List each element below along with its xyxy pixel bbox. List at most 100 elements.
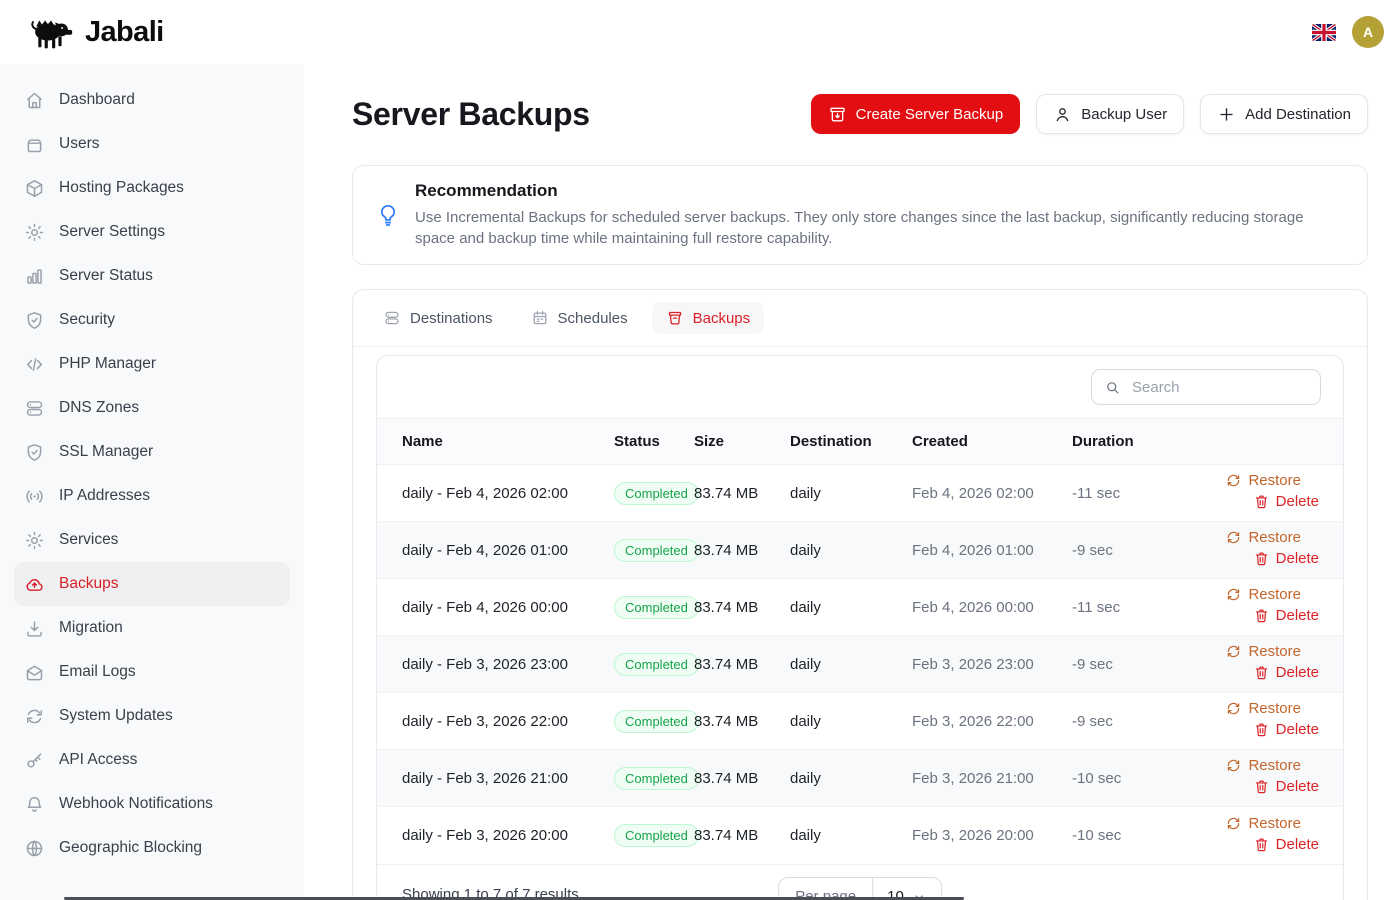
trash-icon [1253,778,1270,795]
backup-destination-cell: daily [790,693,912,750]
row-actions-cell: Restore Delete [1172,522,1343,579]
restore-label: Restore [1248,700,1301,717]
backup-size-cell: 83.74 MB [694,636,790,693]
cloud-upload-icon [24,574,45,595]
status-badge: Completed [614,710,699,733]
sidebar-item-label: Hosting Packages [59,179,184,197]
restore-button[interactable]: Restore [1225,815,1301,832]
add-destination-button[interactable]: Add Destination [1200,94,1368,134]
tab-backups[interactable]: Backups [652,302,765,334]
delete-button[interactable]: Delete [1253,778,1319,795]
recommendation-title: Recommendation [415,181,1335,201]
delete-button[interactable]: Delete [1253,664,1319,681]
search-input[interactable] [1130,378,1308,397]
button-label: Add Destination [1245,106,1351,123]
table-row: daily - Feb 4, 2026 02:00 Completed 83.7… [377,465,1343,522]
restore-button[interactable]: Restore [1225,643,1301,660]
create-server-backup-button[interactable]: Create Server Backup [811,94,1021,134]
delete-button[interactable]: Delete [1253,836,1319,853]
backup-destination-cell: daily [790,636,912,693]
delete-label: Delete [1276,493,1319,510]
sidebar-item-api-access[interactable]: API Access [14,738,290,782]
restore-label: Restore [1248,643,1301,660]
status-badge: Completed [614,653,699,676]
backup-size-cell: 83.74 MB [694,693,790,750]
sidebar-item-backups[interactable]: Backups [14,562,290,606]
tab-destinations[interactable]: Destinations [369,302,507,334]
backup-name-cell: daily - Feb 4, 2026 00:00 [377,579,614,636]
backup-duration-cell: -10 sec [1072,750,1172,807]
sidebar-item-users[interactable]: Users [14,122,290,166]
backup-created-cell: Feb 3, 2026 21:00 [912,750,1072,807]
backup-user-button[interactable]: Backup User [1036,94,1184,134]
sidebar-item-ip-addresses[interactable]: IP Addresses [14,474,290,518]
sidebar-item-php-manager[interactable]: PHP Manager [14,342,290,386]
sidebar-item-email-logs[interactable]: Email Logs [14,650,290,694]
sidebar-item-migration[interactable]: Migration [14,606,290,650]
plus-icon [1217,105,1236,124]
backup-destination-cell: daily [790,579,912,636]
recommendation-text: Recommendation Use Incremental Backups f… [415,181,1335,249]
archive-box-icon [666,309,684,327]
row-actions-cell: Restore Delete [1172,807,1343,864]
column-header-name: Name [377,419,614,465]
delete-button[interactable]: Delete [1253,607,1319,624]
restore-button[interactable]: Restore [1225,586,1301,603]
delete-button[interactable]: Delete [1253,493,1319,510]
column-header-size: Size [694,419,790,465]
trash-icon [1253,836,1270,853]
sidebar-item-label: Webhook Notifications [59,795,213,813]
tab-schedules[interactable]: Schedules [517,302,642,334]
column-header-actions [1172,419,1343,465]
delete-button[interactable]: Delete [1253,721,1319,738]
restore-label: Restore [1248,472,1301,489]
status-cell: Completed [614,579,694,636]
backup-created-cell: Feb 4, 2026 00:00 [912,579,1072,636]
delete-button[interactable]: Delete [1253,550,1319,567]
restore-button[interactable]: Restore [1225,529,1301,546]
sidebar-item-dashboard[interactable]: Dashboard [14,78,290,122]
uk-flag-icon[interactable] [1312,24,1336,41]
restore-icon [1225,529,1242,546]
delete-label: Delete [1276,664,1319,681]
tab-label: Backups [693,310,751,327]
restore-button[interactable]: Restore [1225,757,1301,774]
trash-icon [1253,550,1270,567]
table-footer: Showing 1 to 7 of 7 results Per page 10 [377,864,1343,900]
sidebar-item-server-settings[interactable]: Server Settings [14,210,290,254]
sidebar-item-label: Server Status [59,267,153,285]
brand-logo[interactable]: Jabali [26,14,164,50]
avatar[interactable]: A [1352,16,1384,48]
sidebar-item-label: Migration [59,619,123,637]
delete-label: Delete [1276,550,1319,567]
backup-name-cell: daily - Feb 3, 2026 21:00 [377,750,614,807]
recommendation-banner: Recommendation Use Incremental Backups f… [352,165,1368,265]
trash-icon [1253,493,1270,510]
sidebar-item-label: API Access [59,751,137,769]
table-row: daily - Feb 3, 2026 23:00 Completed 83.7… [377,636,1343,693]
sidebar-item-server-status[interactable]: Server Status [14,254,290,298]
backup-name-cell: daily - Feb 4, 2026 01:00 [377,522,614,579]
lightbulb-icon [375,202,401,228]
sidebar-item-label: Backups [59,575,118,593]
sidebar-item-system-updates[interactable]: System Updates [14,694,290,738]
search-icon [1104,379,1121,396]
gear-icon [24,530,45,551]
backup-name-cell: daily - Feb 3, 2026 22:00 [377,693,614,750]
package-icon [24,178,45,199]
backup-destination-cell: daily [790,465,912,522]
status-cell: Completed [614,807,694,864]
sidebar-item-label: Server Settings [59,223,165,241]
sidebar-item-ssl-manager[interactable]: SSL Manager [14,430,290,474]
restore-button[interactable]: Restore [1225,472,1301,489]
sidebar-item-label: DNS Zones [59,399,139,417]
sidebar-item-security[interactable]: Security [14,298,290,342]
sidebar-item-label: Services [59,531,118,549]
status-badge: Completed [614,767,699,790]
sidebar-item-dns-zones[interactable]: DNS Zones [14,386,290,430]
sidebar-item-services[interactable]: Services [14,518,290,562]
sidebar-item-hosting-packages[interactable]: Hosting Packages [14,166,290,210]
restore-button[interactable]: Restore [1225,700,1301,717]
sidebar-item-geographic-blocking[interactable]: Geographic Blocking [14,826,290,870]
sidebar-item-webhook-notifications[interactable]: Webhook Notifications [14,782,290,826]
